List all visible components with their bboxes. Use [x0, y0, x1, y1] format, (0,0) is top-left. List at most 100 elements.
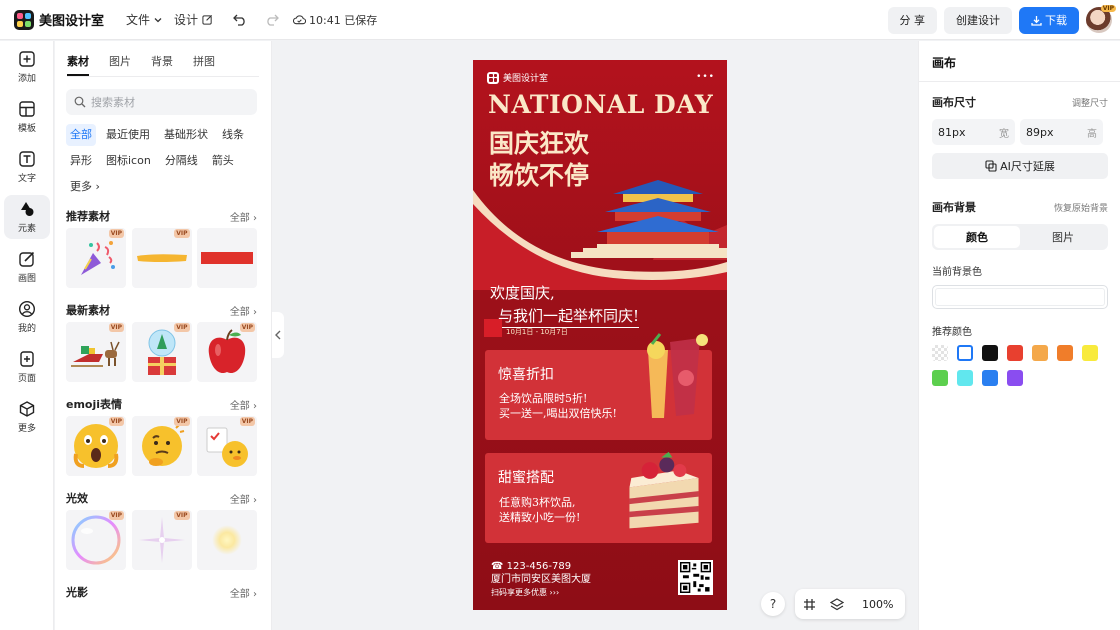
vip-tag: VIP [174, 323, 190, 332]
brush-stroke-graphic [136, 254, 187, 262]
canvas-size-label: 画布尺寸 [932, 96, 976, 109]
rail-label: 添加 [17, 74, 36, 84]
rail-item-pages[interactable]: 页面 [4, 345, 50, 389]
redo-button[interactable] [265, 14, 279, 26]
asset-thumbnail-red-apple[interactable]: VIP [197, 322, 257, 382]
chip-more[interactable]: 更多 › [66, 176, 104, 198]
chip-icons[interactable]: 图标icon [102, 150, 155, 172]
asset-search[interactable] [66, 89, 257, 115]
poster-scan-text: 扫码享更多优惠 [491, 588, 547, 597]
design-canvas-poster[interactable]: 美图设计室 ••• NATIONAL DAY 国庆狂欢 畅饮不停 欢度国庆, 与… [473, 60, 727, 610]
chip-basic-shapes[interactable]: 基础形状 [160, 124, 212, 146]
app-logo[interactable]: 美图设计室 [14, 9, 114, 30]
poster-headline-en: NATIONAL DAY [488, 90, 714, 119]
section-emoji: emoji表情 全部 › VIP VIP VIP [66, 394, 257, 476]
chip-arrows[interactable]: 箭头 [208, 150, 238, 172]
promo-card-body: 任意购3杯饮品, 送精致小吃一份! [499, 495, 580, 525]
rail-item-add[interactable]: 添加 [4, 45, 50, 89]
asset-thumbnail-party-popper[interactable]: VIP [66, 228, 126, 288]
see-all-label: 全部 [229, 400, 250, 412]
asset-thumbnail-sparkle[interactable]: VIP [131, 510, 192, 570]
poster-phone: 123-456-789 [506, 561, 572, 572]
shapes-icon [21, 202, 34, 216]
temple-and-wave-illustration [473, 180, 727, 290]
ai-resize-button[interactable]: AI尺寸延展 [932, 153, 1108, 179]
asset-thumbnail-thinking-emoji[interactable]: VIP [131, 416, 192, 476]
asset-thumbnail-checklist-emoji[interactable]: VIP [197, 416, 257, 476]
chip-more-label: 更多 [70, 180, 92, 193]
help-button[interactable]: ? [761, 592, 785, 616]
share-button[interactable]: 分 享 [887, 6, 937, 34]
see-all-link[interactable]: 全部 › [230, 397, 257, 412]
chip-all[interactable]: 全部 [66, 124, 96, 146]
tab-images[interactable]: 图片 [109, 53, 131, 76]
create-design-button[interactable]: 创建设计 [944, 6, 1012, 34]
color-swatch[interactable] [982, 370, 998, 386]
file-menu[interactable]: 文件 [126, 11, 162, 28]
segment-image[interactable]: 图片 [1020, 226, 1106, 248]
segment-color[interactable]: 颜色 [934, 226, 1020, 248]
width-input[interactable] [938, 125, 988, 139]
rail-item-more[interactable]: 更多 [4, 395, 50, 439]
color-swatch[interactable] [957, 345, 973, 361]
color-swatch[interactable] [982, 345, 998, 361]
design-menu[interactable]: 设计 [174, 11, 213, 28]
avatar[interactable]: VIP [1086, 5, 1116, 33]
temple-of-heaven-graphic [571, 180, 727, 258]
layers-button[interactable] [830, 597, 844, 611]
poster-address: 厦门市同安区美图大厦 [491, 574, 591, 585]
collapse-panel-button[interactable] [272, 312, 284, 358]
save-status-text: 10:41 已保存 [309, 13, 378, 27]
chip-irregular[interactable]: 异形 [66, 150, 96, 172]
see-all-link[interactable]: 全部 › [230, 303, 257, 318]
chip-dividers[interactable]: 分隔线 [161, 150, 202, 172]
tab-collage[interactable]: 拼图 [193, 53, 215, 76]
color-swatch[interactable] [1057, 345, 1073, 361]
rail-item-elements[interactable]: 元素 [4, 195, 50, 239]
qr-code [678, 560, 713, 595]
grid-button[interactable] [803, 598, 816, 611]
asset-thumbnail-red-bar[interactable] [197, 228, 257, 288]
resize-link[interactable]: 调整尺寸 [1072, 96, 1108, 109]
vip-tag: VIP [174, 511, 190, 520]
height-field: 高 [1020, 119, 1103, 145]
color-swatch[interactable] [1007, 370, 1023, 386]
poster-red-square [484, 319, 502, 337]
qr-code-graphic [680, 562, 711, 593]
undo-icon [233, 14, 245, 26]
download-button[interactable]: 下载 [1019, 6, 1079, 34]
zoom-level[interactable]: 100% [862, 598, 893, 611]
undo-button[interactable] [233, 14, 247, 26]
asset-thumbnail-shocked-emoji[interactable]: VIP [66, 416, 126, 476]
color-swatch[interactable] [957, 370, 973, 386]
height-input[interactable] [1026, 125, 1076, 139]
rail-item-draw[interactable]: 画图 [4, 245, 50, 289]
see-all-link[interactable]: 全部 › [230, 491, 257, 506]
redo-icon [267, 14, 279, 26]
color-swatch[interactable] [1032, 345, 1048, 361]
panel-divider [919, 81, 1120, 82]
asset-thumbnail-snow-globe-gift[interactable]: VIP [131, 322, 192, 382]
poster-footer: ☎ 123-456-789 厦门市同安区美图大厦 扫码享更多优惠 ››› [491, 560, 591, 599]
see-all-link[interactable]: 全部 › [230, 209, 257, 224]
tab-materials[interactable]: 素材 [67, 53, 89, 76]
rail-item-mine[interactable]: 我的 [4, 295, 50, 339]
rail-item-templates[interactable]: 模板 [4, 95, 50, 139]
promo-card-body: 全场饮品限时5折! 买一送一,喝出双倍快乐! [499, 391, 617, 421]
tab-backgrounds[interactable]: 背景 [151, 53, 173, 76]
chip-recent[interactable]: 最近使用 [102, 124, 154, 146]
current-bg-color-picker[interactable] [932, 285, 1108, 309]
asset-thumbnail-reindeer-sleigh[interactable]: VIP [66, 322, 126, 382]
restore-background-link[interactable]: 恢复原始背景 [1054, 201, 1108, 214]
search-input[interactable] [91, 95, 241, 109]
color-swatch[interactable] [932, 345, 948, 361]
chip-lines[interactable]: 线条 [218, 124, 248, 146]
see-all-link[interactable]: 全部 › [230, 585, 257, 600]
rail-item-text[interactable]: 文字 [4, 145, 50, 189]
asset-thumbnail-brush-stroke[interactable]: VIP [131, 228, 192, 288]
color-swatch[interactable] [1082, 345, 1098, 361]
asset-thumbnail-glow[interactable] [197, 510, 257, 570]
color-swatch[interactable] [1007, 345, 1023, 361]
asset-thumbnail-bubble[interactable]: VIP [66, 510, 126, 570]
color-swatch[interactable] [932, 370, 948, 386]
